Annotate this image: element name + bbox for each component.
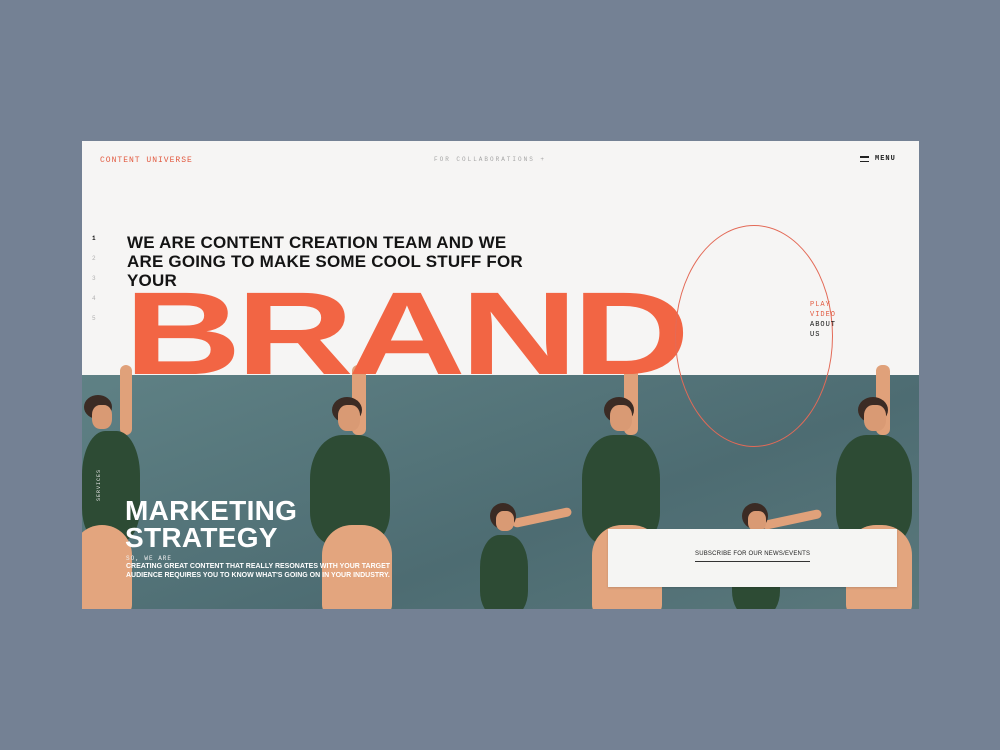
menu-button[interactable]: MENU	[860, 155, 896, 163]
about-us-line-1: ABOUT	[810, 321, 837, 329]
collaborations-link[interactable]: FOR COLLABORATIONS +	[434, 156, 546, 163]
subscribe-card: SUBSCRIBE FOR OUR NEWS/EVENTS	[608, 529, 897, 587]
section-kicker: SO, WE ARE	[126, 555, 173, 562]
about-us-line-2: US	[810, 330, 821, 339]
section-title-line-1: MARKETING	[125, 495, 298, 526]
pager-item-4[interactable]: 4	[92, 295, 96, 303]
menu-label: MENU	[875, 155, 896, 163]
play-video-line-1: PLAY	[810, 301, 831, 309]
section-description: CREATING GREAT CONTENT THAT REALLY RESON…	[126, 563, 391, 579]
hero-brand-word: BRAND	[124, 268, 690, 400]
site-logo[interactable]: CONTENT UNIVERSE	[100, 156, 193, 165]
about-us-link[interactable]: ABOUT US	[810, 321, 836, 340]
top-bar: CONTENT UNIVERSE FOR COLLABORATIONS + ME…	[82, 141, 919, 181]
pager-item-1[interactable]: 1	[92, 235, 96, 243]
section-title-line-2: STRATEGY	[125, 522, 278, 553]
page-card: CONTENT UNIVERSE FOR COLLABORATIONS + ME…	[82, 141, 919, 609]
services-vertical-label: SERVICES	[96, 468, 102, 501]
hamburger-icon	[860, 156, 869, 162]
slide-pager: 1 2 3 4 5	[92, 235, 96, 323]
play-video-line-2: VIDEO	[810, 310, 837, 319]
pager-item-5[interactable]: 5	[92, 315, 96, 323]
pager-item-3[interactable]: 3	[92, 275, 96, 283]
section-title: MARKETING STRATEGY	[125, 495, 298, 553]
play-video-link[interactable]: PLAY VIDEO	[810, 301, 836, 320]
subscribe-link[interactable]: SUBSCRIBE FOR OUR NEWS/EVENTS	[695, 551, 811, 562]
pager-item-2[interactable]: 2	[92, 255, 96, 263]
